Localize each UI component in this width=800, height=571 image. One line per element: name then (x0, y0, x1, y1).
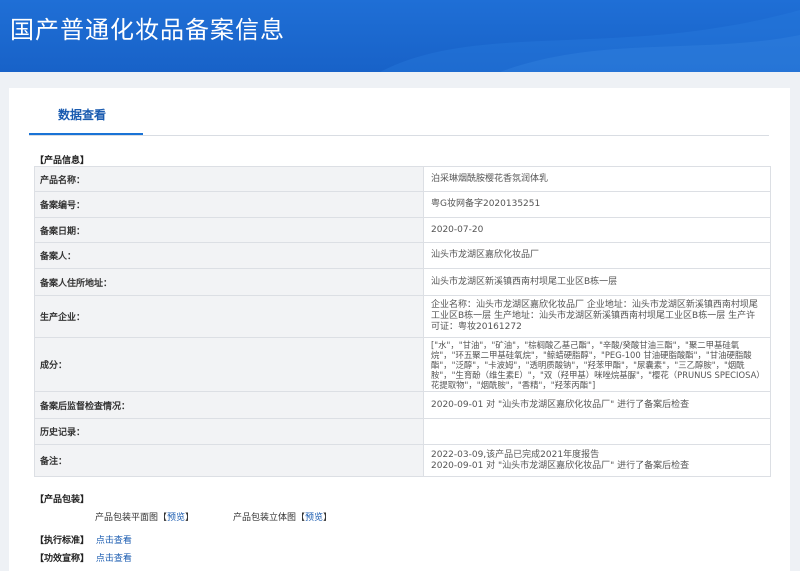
table-row: 备案编号： 粤G妆网备字2020135251 (34, 191, 771, 218)
remark-line: 2022-03-09,该产品已完成2021年度报告 (431, 449, 600, 460)
product-info-table: 产品名称： 泊采琳烟酰胺樱花香氛润体乳 备案编号： 粤G妆网备字20201352… (34, 166, 771, 477)
product-info-section-title: 【产品信息】 (35, 156, 90, 166)
claims-row: 【功效宣称】 点击查看 (35, 551, 132, 564)
table-row: 历史记录： (34, 418, 771, 445)
preview-flat-link[interactable]: 预览 (167, 513, 185, 523)
standards-row: 【执行标准】 点击查看 (35, 533, 132, 546)
packaging-item: 产品包装立体图【预览】 (233, 510, 332, 523)
row-label: 备案编号： (34, 191, 424, 218)
row-label: 备案日期： (34, 217, 424, 243)
row-value: 汕头市龙湖区嘉欣化妆品厂 (423, 242, 771, 269)
claims-label: 【功效宣称】 (35, 554, 90, 564)
standards-view-link[interactable]: 点击查看 (96, 536, 132, 546)
remark-line: 2020-09-01 对 "汕头市龙湖区嘉欣化妆品厂" 进行了备案后检查 (431, 460, 690, 471)
row-label: 备案后监督检查情况： (34, 391, 424, 419)
table-row: 备案日期： 2020-07-20 (34, 217, 771, 243)
packaging-item-label: 产品包装立体图 (232, 513, 296, 523)
bracket-close: 】 (322, 513, 332, 523)
bracket-open: 【 (158, 513, 168, 523)
bracket-close: 】 (185, 513, 195, 523)
table-row: 备案人住所地址： 汕头市龙湖区新溪镇西南村坝尾工业区B栋一层 (34, 268, 771, 296)
row-value: 2020-09-01 对 "汕头市龙湖区嘉欣化妆品厂" 进行了备案后检查 (423, 391, 771, 419)
tab-bar: 数据查看 (29, 88, 769, 136)
preview-3d-link[interactable]: 预览 (305, 513, 323, 523)
standards-label: 【执行标准】 (35, 536, 90, 546)
main-panel: 数据查看 【产品信息】 产品名称： 泊采琳烟酰胺樱花香氛润体乳 备案编号： 粤G… (9, 88, 790, 571)
row-value: 泊采琳烟酰胺樱花香氛润体乳 (423, 166, 771, 192)
packaging-section-title: 【产品包装】 (35, 495, 90, 505)
row-value: 2022-03-09,该产品已完成2021年度报告 2020-09-01 对 "… (423, 444, 771, 477)
row-label: 备案人： (34, 242, 424, 269)
row-label: 产品名称： (34, 166, 424, 192)
row-value (423, 418, 771, 445)
row-value: ["水"，"甘油"，"矿油"，"棕榈酸乙基己酯"，"辛酸/癸酸甘油三酯"，"聚二… (423, 337, 771, 392)
row-label: 备案人住所地址： (34, 268, 424, 296)
packaging-item: 产品包装平面图【预览】 (95, 510, 194, 523)
row-label: 历史记录： (34, 418, 424, 445)
table-row: 备案人： 汕头市龙湖区嘉欣化妆品厂 (34, 242, 771, 269)
row-value: 汕头市龙湖区新溪镇西南村坝尾工业区B栋一层 (423, 268, 771, 296)
tab-active-indicator (29, 133, 143, 135)
page-title: 国产普通化妆品备案信息 (10, 16, 285, 44)
table-row: 生产企业： 企业名称：汕头市龙湖区嘉欣化妆品厂 企业地址：汕头市龙湖区新溪镇西南… (34, 295, 771, 338)
packaging-items: 产品包装平面图【预览】 产品包装立体图【预览】 (95, 510, 332, 523)
bracket-open: 【 (295, 513, 305, 523)
row-value: 粤G妆网备字2020135251 (423, 191, 771, 218)
row-label: 备注： (34, 444, 424, 477)
row-label: 成分： (34, 337, 424, 392)
table-row: 成分： ["水"，"甘油"，"矿油"，"棕榈酸乙基己酯"，"辛酸/癸酸甘油三酯"… (34, 337, 771, 392)
page-banner: 国产普通化妆品备案信息 (0, 0, 800, 72)
tab-data-view[interactable]: 数据查看 (39, 106, 106, 123)
packaging-item-label: 产品包装平面图 (95, 513, 159, 523)
claims-view-link[interactable]: 点击查看 (96, 554, 132, 564)
row-value: 2020-07-20 (423, 217, 771, 243)
row-label: 生产企业： (34, 295, 424, 338)
table-row: 产品名称： 泊采琳烟酰胺樱花香氛润体乳 (34, 166, 771, 192)
table-row: 备注： 2022-03-09,该产品已完成2021年度报告 2020-09-01… (34, 444, 771, 477)
table-row: 备案后监督检查情况： 2020-09-01 对 "汕头市龙湖区嘉欣化妆品厂" 进… (34, 391, 771, 419)
row-value: 企业名称：汕头市龙湖区嘉欣化妆品厂 企业地址：汕头市龙湖区新溪镇西南村坝尾工业区… (423, 295, 771, 338)
